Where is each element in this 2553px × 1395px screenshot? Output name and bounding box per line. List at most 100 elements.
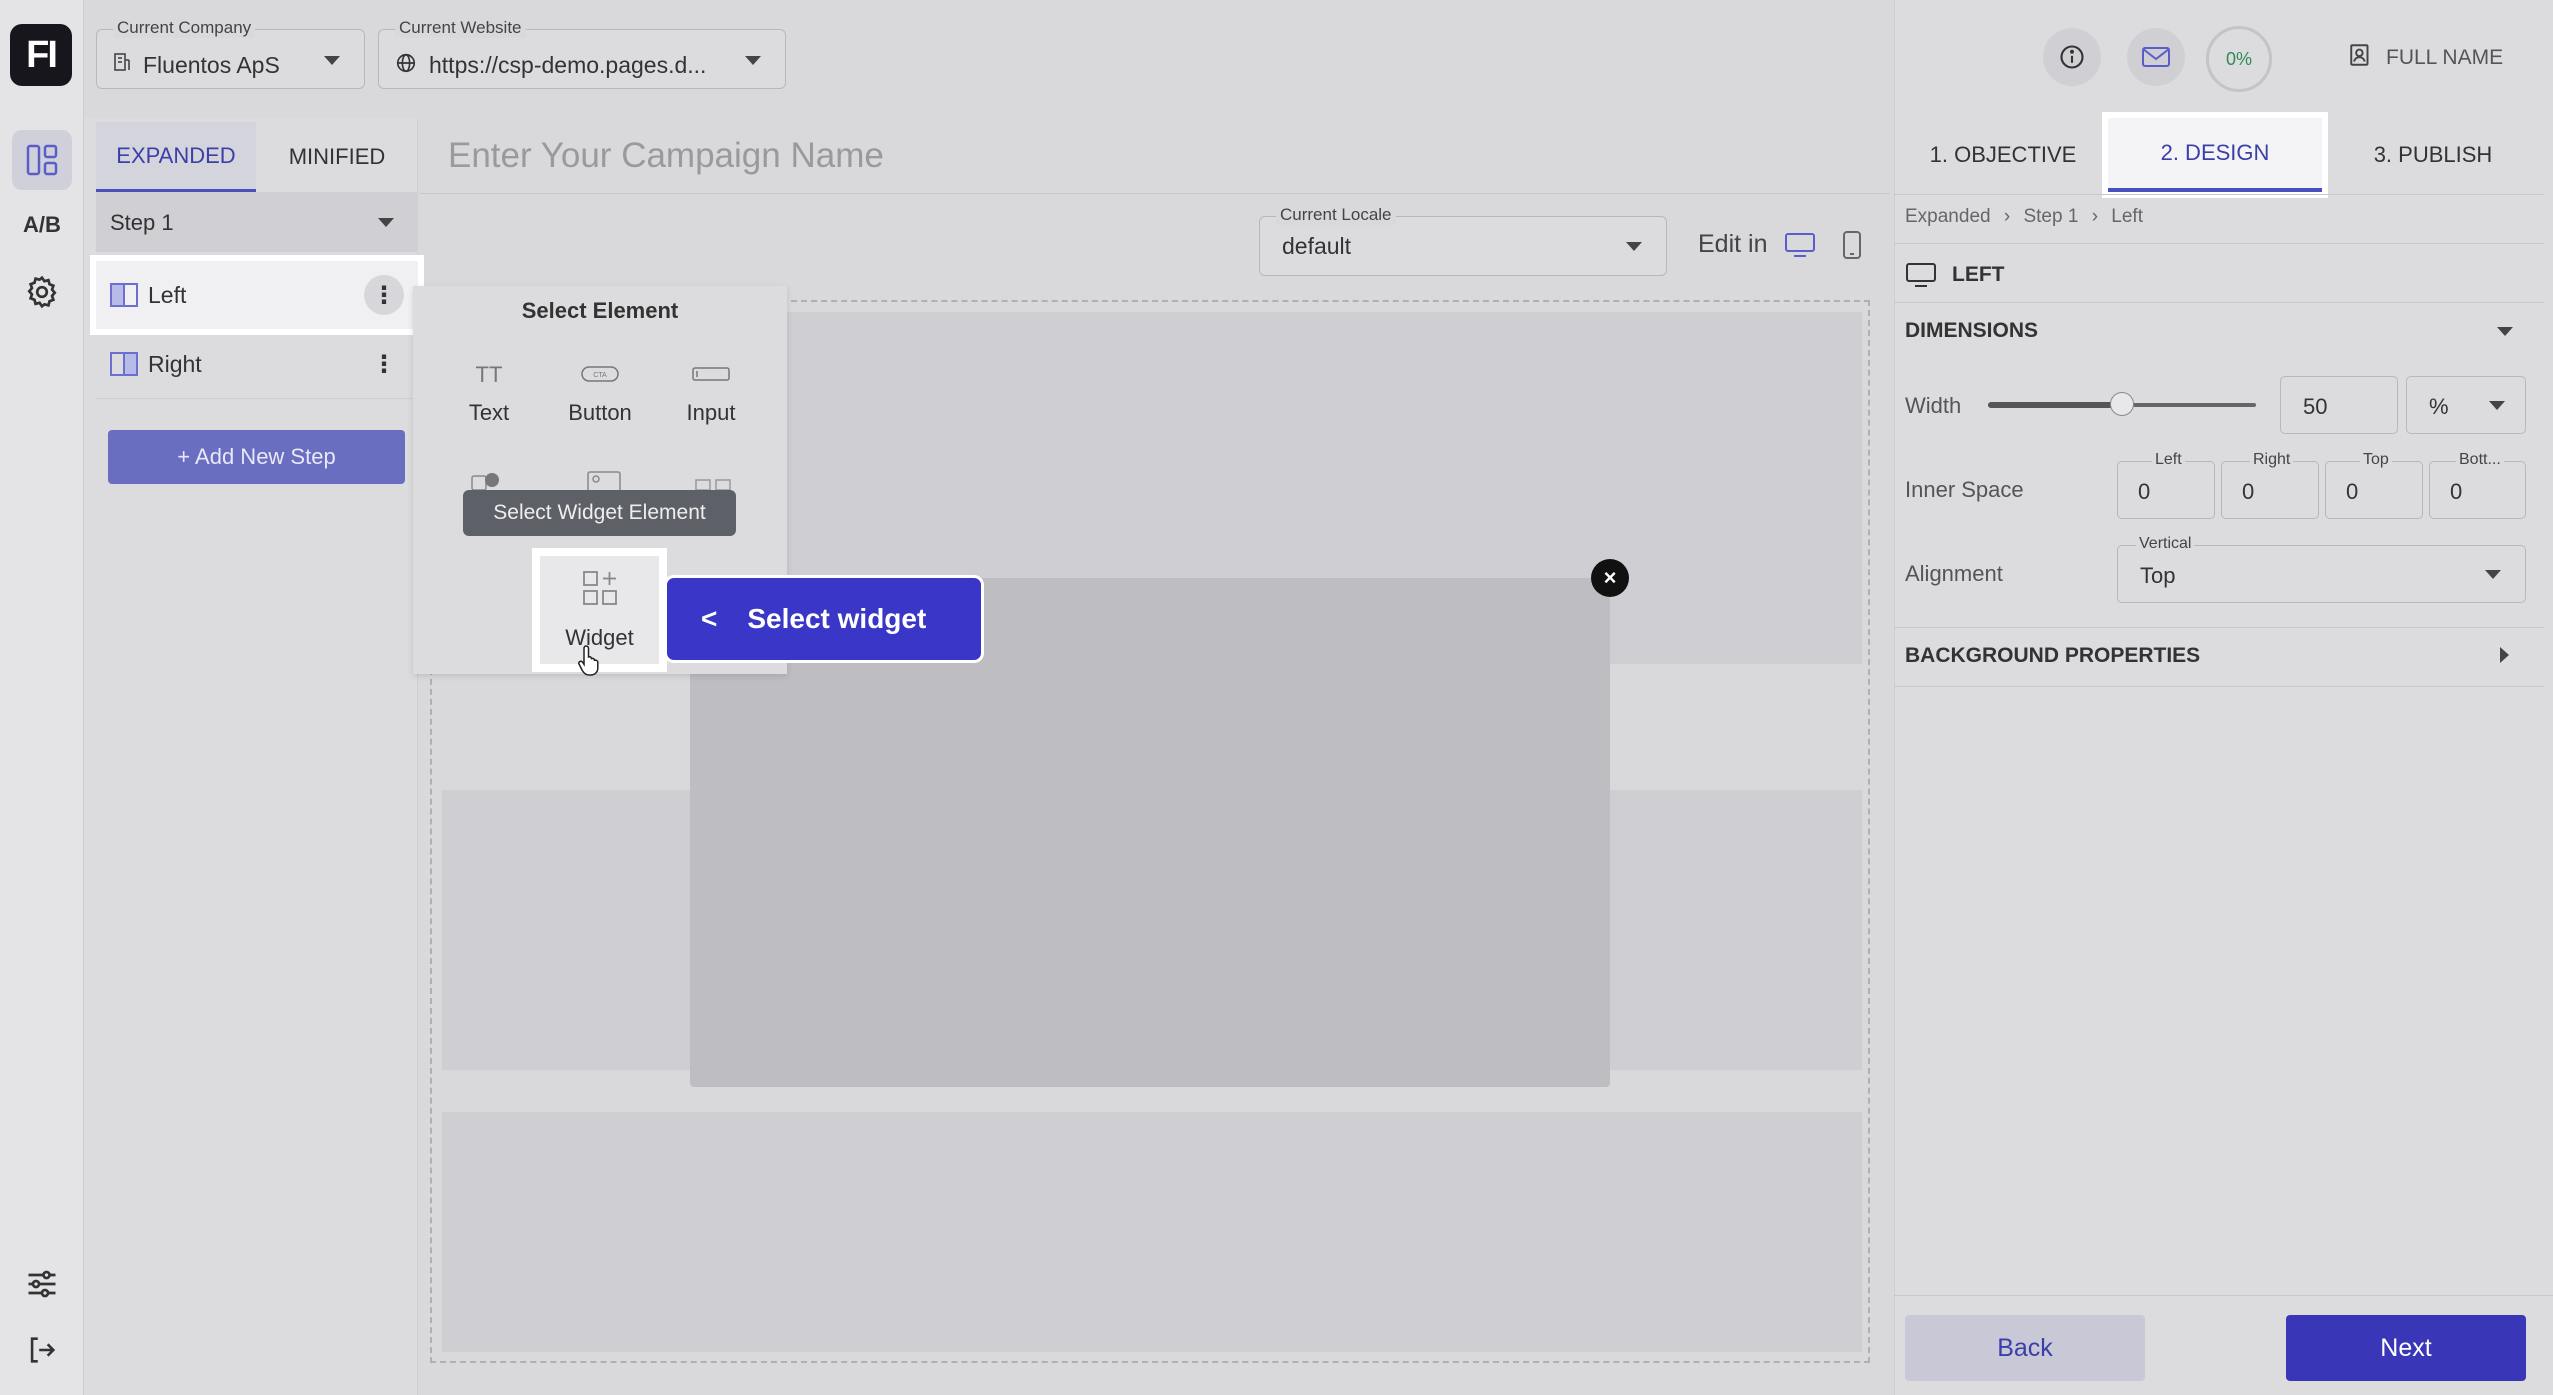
chevron-down-icon <box>2489 401 2505 410</box>
chevron-down-icon <box>2485 570 2501 579</box>
tab-expanded[interactable]: EXPANDED <box>96 122 256 192</box>
dimensions-title[interactable]: DIMENSIONS <box>1905 319 2038 343</box>
tab-publish[interactable]: 3. PUBLISH <box>2328 118 2538 192</box>
chevron-down-icon <box>1626 242 1642 251</box>
button-element-button[interactable]: CTA Button <box>545 340 655 430</box>
input-icon <box>692 362 730 388</box>
step-select[interactable]: Step 1 <box>96 192 418 252</box>
inner-space-left-value: 0 <box>2138 479 2151 504</box>
close-icon[interactable]: × <box>1591 559 1629 597</box>
columns-icon <box>110 283 138 307</box>
user-menu[interactable]: FULL NAME <box>2348 42 2503 74</box>
globe-icon <box>395 52 417 79</box>
vertical-alignment-value: Top <box>2140 563 2176 588</box>
inner-space-bottom-value: 0 <box>2450 479 2463 504</box>
inner-space-bottom-input[interactable]: Bott... 0 <box>2429 451 2526 519</box>
canvas-placeholder <box>442 1112 1862 1352</box>
width-slider-thumb[interactable] <box>2110 392 2134 416</box>
user-profile-icon <box>2348 42 2374 74</box>
user-name: FULL NAME <box>2386 46 2504 69</box>
tab-minified[interactable]: MINIFIED <box>256 122 418 192</box>
width-label: Width <box>1905 393 1962 418</box>
gear-icon[interactable] <box>12 262 72 322</box>
chevron-right-icon[interactable] <box>2500 647 2509 663</box>
width-input[interactable]: 50 <box>2280 376 2398 434</box>
chevron-down-icon[interactable] <box>2497 327 2513 336</box>
chevron-down-icon <box>324 56 340 65</box>
pointer-cursor-icon <box>577 644 603 681</box>
website-value: https://csp-demo.pages.d... <box>429 52 707 78</box>
divider <box>1894 686 2544 687</box>
company-select[interactable]: Current Company Fluentos ApS <box>96 18 365 89</box>
input-element-button[interactable]: Input <box>656 340 766 430</box>
desktop-icon <box>1905 262 1937 293</box>
divider <box>1894 243 2544 244</box>
tooltip: Select Widget Element <box>463 490 736 536</box>
inner-space-right-input[interactable]: Right 0 <box>2221 451 2319 519</box>
select-element-title: Select Element <box>521 298 679 323</box>
locale-label: Current Locale <box>1276 205 1396 225</box>
sliders-icon[interactable] <box>12 1254 72 1314</box>
text-element-button[interactable]: TT Text <box>434 340 544 430</box>
app-logo: FI <box>10 24 72 86</box>
background-properties-title[interactable]: BACKGROUND PROPERTIES <box>1905 644 2200 668</box>
logout-icon[interactable] <box>12 1320 72 1380</box>
more-options-icon[interactable]: ⋮ <box>364 344 404 384</box>
add-new-step-button[interactable]: + Add New Step <box>108 430 405 484</box>
progress-indicator: 0% <box>2206 26 2272 92</box>
next-button[interactable]: Next <box>2286 1315 2526 1381</box>
inner-space-left-input[interactable]: Left 0 <box>2117 451 2215 519</box>
chevron-left-icon: < <box>701 603 718 634</box>
divider <box>1894 194 2544 195</box>
width-unit: % <box>2429 394 2449 419</box>
vertical-alignment-select[interactable]: Vertical Top <box>2117 535 2526 603</box>
back-button[interactable]: Back <box>1905 1315 2145 1381</box>
select-widget-callout[interactable]: < Select widget <box>664 575 984 663</box>
input-element-label: Input <box>686 400 736 425</box>
breadcrumb-item[interactable]: Step 1 <box>2023 206 2078 227</box>
cta-button-icon: CTA <box>581 362 619 388</box>
step-item-left[interactable]: Left ⋮ <box>90 255 424 335</box>
width-unit-select[interactable]: % <box>2406 376 2526 434</box>
inner-space-right-label: Right <box>2250 451 2294 469</box>
info-icon[interactable] <box>2043 28 2101 86</box>
mail-icon[interactable] <box>2127 28 2185 86</box>
step-item-label: Right <box>148 350 202 377</box>
inner-space-top-label: Top <box>2360 451 2392 469</box>
chevron-down-icon <box>745 56 761 65</box>
campaign-name-input[interactable] <box>448 134 1648 178</box>
view-tabs: EXPANDED MINIFIED <box>96 122 418 192</box>
breadcrumb-item: Left <box>2111 206 2143 227</box>
tab-objective[interactable]: 1. OBJECTIVE <box>1898 118 2108 192</box>
divider <box>1894 302 2544 303</box>
step-select-value: Step 1 <box>110 210 174 235</box>
width-value: 50 <box>2303 394 2328 419</box>
layout-icon[interactable] <box>12 130 72 190</box>
step-item-right[interactable]: Right ⋮ <box>96 330 418 398</box>
ab-test-label: A/B <box>23 212 61 237</box>
desktop-icon[interactable] <box>1784 232 1816 263</box>
select-widget-label: Select widget <box>747 603 927 634</box>
inner-space-top-input[interactable]: Top 0 <box>2325 451 2423 519</box>
divider <box>1894 1295 2553 1296</box>
company-label: Current Company <box>113 18 256 38</box>
alignment-label: Alignment <box>1905 561 2003 586</box>
inner-space-bottom-label: Bott... <box>2456 451 2504 469</box>
edit-in-label: Edit in <box>1698 230 1768 258</box>
breadcrumb: Expanded › Step 1 › Left <box>1905 206 2143 227</box>
company-value: Fluentos ApS <box>143 52 280 78</box>
columns-icon <box>110 352 138 376</box>
tab-design[interactable]: 2. DESIGN <box>2102 112 2328 198</box>
locale-select[interactable]: Current Locale default <box>1259 205 1667 276</box>
text-icon: TT <box>475 362 503 387</box>
locale-value: default <box>1282 233 1352 259</box>
widget-icon <box>581 569 619 613</box>
inner-space-left-label: Left <box>2152 451 2185 469</box>
breadcrumb-item[interactable]: Expanded <box>1905 206 1991 227</box>
more-options-icon[interactable]: ⋮ <box>364 275 404 315</box>
mobile-icon[interactable] <box>1842 230 1862 265</box>
ab-test-button[interactable]: A/B <box>12 195 72 255</box>
divider <box>96 398 418 399</box>
website-select[interactable]: Current Website https://csp-demo.pages.d… <box>378 18 786 89</box>
button-element-label: Button <box>568 400 632 425</box>
